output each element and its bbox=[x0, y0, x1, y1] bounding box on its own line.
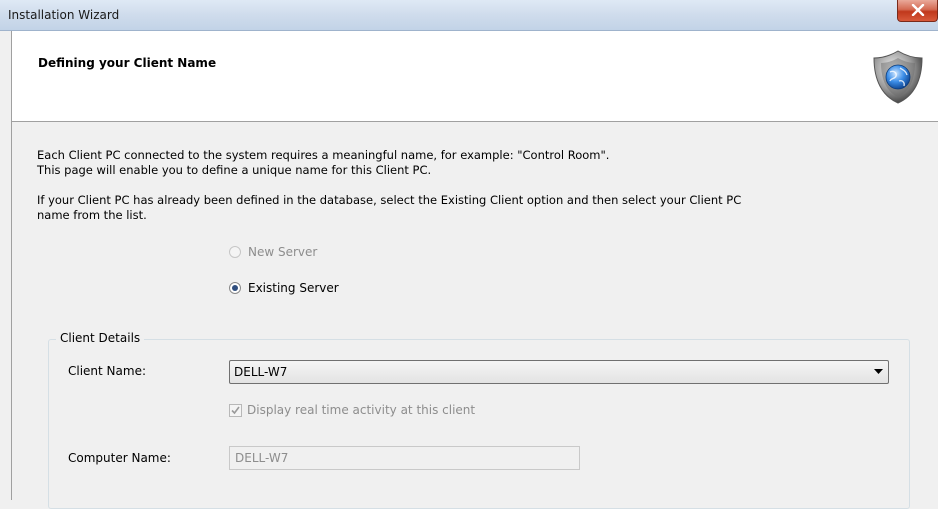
existing-server-label: Existing Server bbox=[248, 281, 339, 295]
intro-text-line-2: This page will enable you to define a un… bbox=[37, 163, 432, 177]
computer-name-field[interactable] bbox=[229, 446, 580, 470]
new-server-label: New Server bbox=[248, 245, 318, 259]
wizard-header: Defining your Client Name bbox=[11, 31, 938, 122]
instruction-text-line-2: name from the list. bbox=[37, 208, 147, 222]
page-title: Defining your Client Name bbox=[38, 56, 217, 70]
client-details-group-label: Client Details bbox=[56, 331, 145, 345]
new-server-radio-option[interactable]: New Server bbox=[229, 245, 317, 259]
realtime-activity-checkbox[interactable] bbox=[229, 403, 242, 417]
existing-server-radio-option[interactable]: Existing Server bbox=[229, 281, 339, 295]
intro-text-line-1: Each Client PC connected to the system r… bbox=[37, 148, 610, 162]
computer-name-input[interactable] bbox=[230, 447, 579, 469]
close-button[interactable] bbox=[897, 0, 938, 22]
realtime-activity-label: Display real time activity at this clien… bbox=[247, 403, 476, 417]
window-title-bar[interactable]: Installation Wizard bbox=[0, 0, 938, 31]
window-title: Installation Wizard bbox=[8, 8, 120, 22]
computer-name-label: Computer Name: bbox=[68, 451, 171, 465]
realtime-activity-option[interactable]: Display real time activity at this clien… bbox=[229, 403, 475, 417]
client-name-value: DELL-W7 bbox=[234, 365, 288, 379]
shield-globe-icon bbox=[873, 50, 923, 104]
client-name-label: Client Name: bbox=[68, 364, 146, 378]
client-name-dropdown[interactable]: DELL-W7 bbox=[229, 360, 889, 384]
existing-server-radio[interactable] bbox=[229, 282, 241, 294]
close-icon bbox=[911, 4, 925, 16]
instruction-text-line-1: If your Client PC has already been defin… bbox=[37, 193, 742, 207]
chevron-down-icon bbox=[874, 369, 883, 374]
new-server-radio[interactable] bbox=[229, 246, 241, 258]
checkmark-icon bbox=[231, 406, 240, 414]
